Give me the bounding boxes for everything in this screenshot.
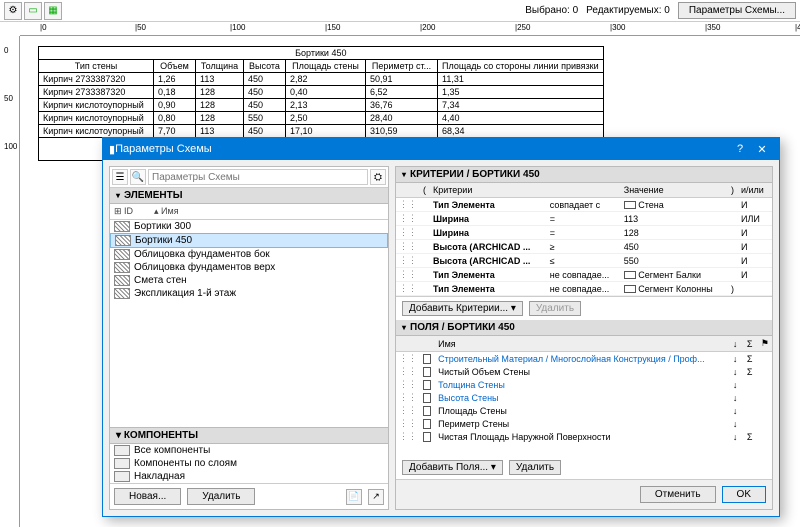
tree-item[interactable]: Смета стен [110,274,388,287]
new-button[interactable]: Новая... [114,488,181,505]
export-icon[interactable]: ↗ [368,489,384,505]
criteria-table[interactable]: (КритерииЗначение)и/или ⋮⋮Тип Элементасо… [396,183,772,296]
editable-count: Редактируемых: 0 [586,5,670,16]
elements-tree[interactable]: Бортики 300Бортики 450Облицовка фундамен… [110,220,388,427]
close-button[interactable]: ✕ [751,143,773,156]
settings-icon[interactable]: ⛭ [370,169,386,185]
tree-item[interactable]: Экспликация 1-й этаж [110,287,388,300]
delete-criteria-button[interactable]: Удалить [529,301,581,316]
fields-table[interactable]: Имя↓Σ⚑ ⋮⋮Строительный Материал / Многосл… [396,336,772,443]
search-icon[interactable]: 🔍 [130,169,146,185]
dialog-titlebar[interactable]: ▮ Параметры Схемы ? ✕ [103,138,779,160]
main-toolbar: ⚙ ▭ ▦ Выбрано: 0 Редактируемых: 0 Параме… [0,0,800,22]
cancel-button[interactable]: Отменить [640,486,716,503]
tool-btn-2[interactable]: ▭ [24,2,42,20]
view-mode-icon[interactable]: ☰ [112,169,128,185]
right-panel: ▾КРИТЕРИИ / БОРТИКИ 450 (КритерииЗначени… [395,166,773,510]
delete-fields-button[interactable]: Удалить [509,460,561,475]
help-button[interactable]: ? [729,143,751,155]
fields-header: ПОЛЯ / БОРТИКИ 450 [410,322,515,333]
add-criteria-button[interactable]: Добавить Критерии... ▾ [402,301,523,316]
ok-button[interactable]: OK [722,486,766,503]
add-fields-button[interactable]: Добавить Поля... ▾ [402,460,503,475]
tree-item[interactable]: Компоненты по слоям [110,457,388,470]
components-header: КОМПОНЕНТЫ [124,430,198,441]
delete-left-button[interactable]: Удалить [187,488,255,505]
tree-item[interactable]: Облицовка фундаментов верх [110,261,388,274]
left-panel: ☰ 🔍 ⛭ ▾ЭЛЕМЕНТЫ ⊞ ID▴ Имя Бортики 300Бор… [109,166,389,510]
criteria-header: КРИТЕРИИ / БОРТИКИ 450 [410,169,540,180]
scheme-params-button[interactable]: Параметры Схемы... [678,2,796,19]
tree-item[interactable]: Бортики 300 [110,220,388,233]
ruler-horizontal: |0|50|100|150|200|250|300|350|400 [20,22,800,36]
tool-btn-3[interactable]: ▦ [44,2,62,20]
ruler-vertical: 050100 [0,36,20,527]
table-title: Бортики 450 [39,47,604,60]
tree-item[interactable]: Бортики 450 [110,233,388,248]
search-input[interactable] [148,169,368,185]
components-tree[interactable]: Все компонентыКомпоненты по слоямНакладн… [110,444,388,483]
tree-item[interactable]: Накладная [110,470,388,483]
scheme-params-dialog: ▮ Параметры Схемы ? ✕ ☰ 🔍 ⛭ ▾ЭЛЕМЕНТЫ ⊞ … [102,137,780,517]
tree-item[interactable]: Облицовка фундаментов бок [110,248,388,261]
tree-item[interactable]: Все компоненты [110,444,388,457]
elements-header: ЭЛЕМЕНТЫ [124,190,183,201]
selected-count: Выбрано: 0 [525,5,578,16]
dialog-title: Параметры Схемы [115,143,729,155]
import-icon[interactable]: 📄 [346,489,362,505]
tool-btn-1[interactable]: ⚙ [4,2,22,20]
